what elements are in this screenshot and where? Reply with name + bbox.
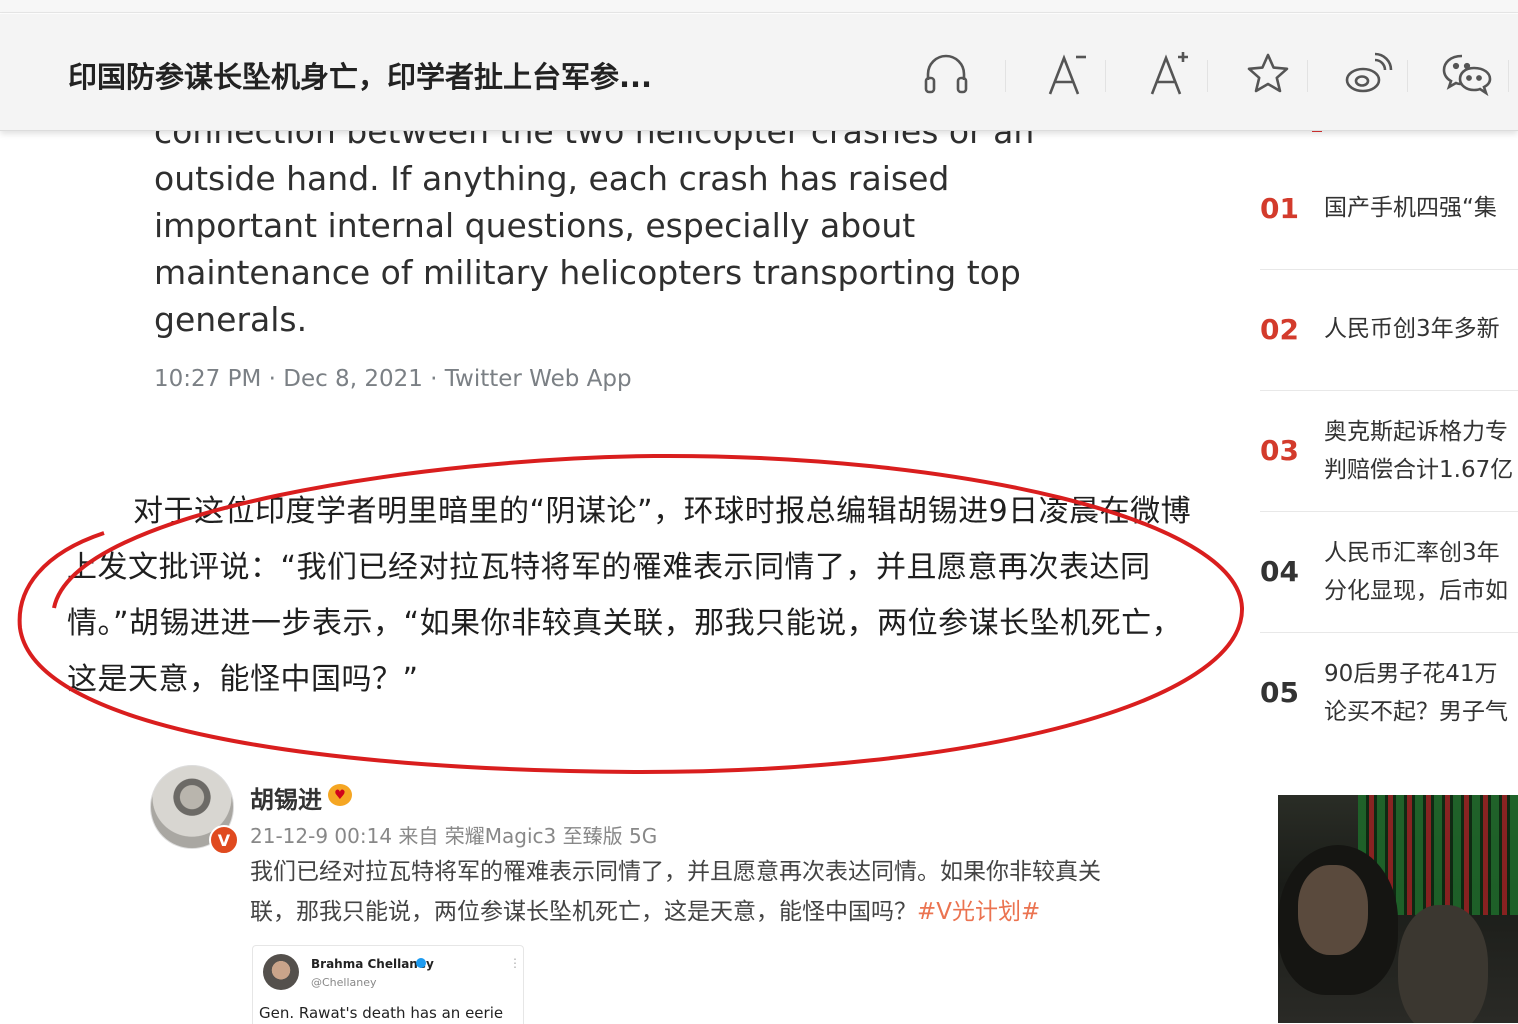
rank-number: 02 (1260, 313, 1299, 346)
list-item[interactable]: 05 90后男子花41万 论买不起？男子气 (1260, 632, 1518, 753)
browser-top-strip (0, 0, 1518, 13)
rank-number: 03 (1260, 434, 1299, 467)
rank-title[interactable]: 奥克斯起诉格力专 (1324, 412, 1518, 452)
more-icon: ⋮ (509, 956, 521, 970)
rank-number: 05 (1260, 676, 1299, 709)
font-increase-icon[interactable] (1138, 44, 1198, 104)
list-item[interactable]: 01 国产手机四强“集 (1260, 148, 1518, 270)
embedded-tweet-handle: @Chellaney (311, 976, 377, 989)
rank-number: 01 (1260, 192, 1299, 225)
weibo-icon[interactable] (1337, 44, 1397, 104)
toolbar-divider (1005, 60, 1006, 92)
embedded-tweet-text: Gen. Rawat's death has an eerie (259, 1004, 504, 1022)
weibo-post-text: 我们已经对拉瓦特将军的罹难表示同情了，并且愿意再次表达同情。如果你非较真关联，那… (250, 852, 1130, 932)
article-paragraph: 对于这位印度学者明里暗里的“阴谋论”，环球时报总编辑胡锡进9日凌晨在微博上发文批… (67, 494, 1192, 697)
headphones-icon[interactable] (916, 44, 976, 104)
verified-check-icon (416, 958, 426, 968)
rank-title[interactable]: 国产手机四强“集 (1324, 188, 1518, 228)
weibo-username[interactable]: 胡锡进 (250, 780, 322, 815)
toolbar-divider (1508, 60, 1509, 92)
article-toolbar: 印国防参谋长坠机身亡，印学者扯上台军参... (0, 14, 1518, 131)
photo-figure (1398, 905, 1488, 1023)
rank-title-line2[interactable]: 论买不起？男子气 (1324, 692, 1518, 732)
rank-title[interactable]: 人民币汇率创3年 (1324, 533, 1518, 573)
page-title: 印国防参谋长坠机身亡，印学者扯上台军参... (68, 60, 653, 94)
weibo-hashtag[interactable]: #V光计划# (917, 899, 1040, 925)
font-decrease-icon[interactable] (1036, 44, 1096, 104)
toolbar-divider (1207, 60, 1208, 92)
embedded-tweet-avatar (263, 954, 299, 990)
rank-title-line2[interactable]: 分化显现，后市如 (1324, 571, 1518, 611)
star-icon[interactable] (1238, 44, 1298, 104)
rank-title[interactable]: 人民币创3年多新 (1324, 309, 1518, 349)
list-item[interactable]: 04 人民币汇率创3年 分化显现，后市如 (1260, 511, 1518, 633)
tweet-body: connection between the two helicopter cr… (154, 112, 1035, 339)
photo-figure (1298, 865, 1368, 955)
list-item[interactable]: 02 人民币创3年多新 (1260, 269, 1518, 391)
weibo-post-meta: 21-12-9 00:14 来自 荣耀Magic3 至臻版 5G (250, 824, 658, 848)
toolbar-divider (1407, 60, 1408, 92)
wechat-icon[interactable] (1438, 44, 1498, 104)
toolbar-divider (1105, 60, 1106, 92)
verified-icon: V (209, 825, 239, 855)
toolbar-divider (1307, 60, 1308, 92)
embedded-tweet-card: Brahma Chellaney @Chellaney ⋮ Gen. Rawat… (252, 945, 524, 1024)
rank-title-line2[interactable]: 判赔偿合计1.67亿 (1324, 450, 1518, 490)
rank-title[interactable]: 90后男子花41万 (1324, 654, 1518, 694)
vip-badge-icon: ♥ (328, 784, 352, 806)
news-photo[interactable] (1278, 795, 1518, 1023)
list-item[interactable]: 03 奥克斯起诉格力专 判赔偿合计1.67亿 (1260, 390, 1518, 512)
tweet-timestamp: 10:27 PM · Dec 8, 2021 · Twitter Web App (154, 366, 632, 392)
rank-number: 04 (1260, 555, 1299, 588)
